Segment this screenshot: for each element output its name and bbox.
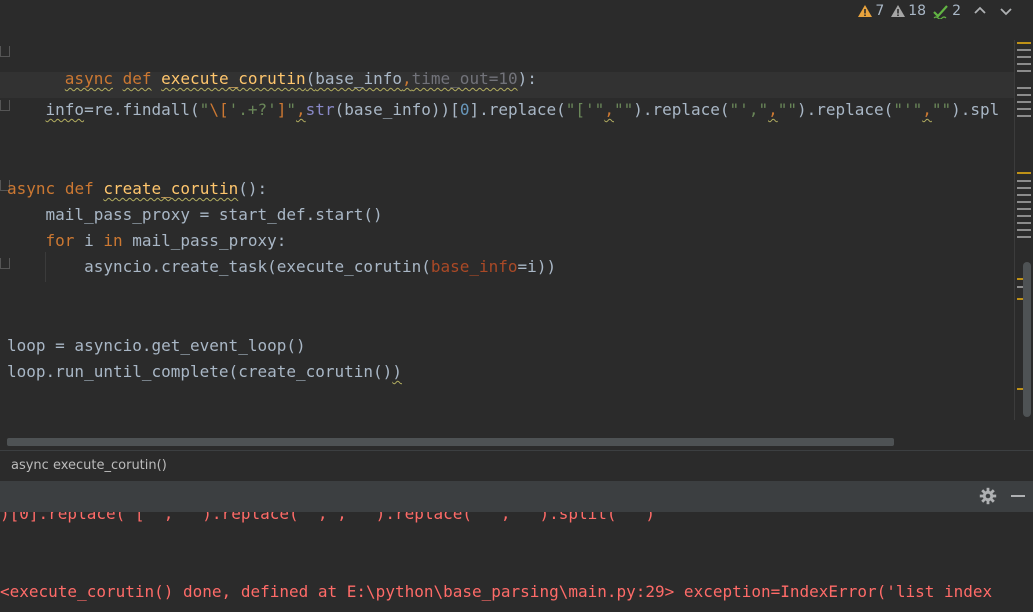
chevron-up-icon[interactable] [973,4,987,18]
weak-warning-mark[interactable] [1017,229,1031,231]
weak-warning-mark[interactable] [1017,208,1031,210]
weak-warning-mark[interactable] [1017,87,1031,89]
weak-warning-mark[interactable] [1017,56,1031,58]
weak-warning-mark[interactable] [1017,49,1031,51]
console-line: )[0].replace('['', '').replace('',', '')… [0,512,656,523]
code-content[interactable]: async def execute_corutin(base_info,time… [7,0,999,381]
weak-warning-mark[interactable] [1017,236,1031,238]
weak-warning-mark[interactable] [1017,222,1031,224]
console-line: <execute_corutin() done, defined at E:\p… [0,582,993,601]
vertical-scrollbar-thumb[interactable] [1023,262,1031,417]
inspection-widget[interactable]: 7 18 2 [857,0,1013,22]
code-line-8: for i in mail_pass_proxy: [45,231,287,250]
horizontal-scrollbar-thumb[interactable] [7,438,894,446]
weak-warning-triangle-icon [891,5,906,17]
code-line-9: asyncio.create_task(execute_corutin(base… [7,257,557,276]
weak-warning-mark[interactable] [1017,63,1031,65]
weak-warning-mark[interactable] [1017,194,1031,196]
breadcrumb[interactable]: async execute_corutin() [0,450,1033,481]
weak-warning-mark[interactable] [1017,180,1031,182]
weak-warning-mark[interactable] [1017,101,1031,103]
warning-mark[interactable] [1017,42,1031,44]
weak-warning-mark[interactable] [1017,187,1031,189]
weak-warnings-indicator[interactable]: 18 [890,3,926,19]
weak-warning-mark[interactable] [1017,115,1031,117]
warnings-count: 7 [875,3,885,19]
code-line-3: info=re.findall("\['.+?']",str(base_info… [45,100,1000,119]
weak-warning-mark[interactable] [1017,215,1031,217]
code-line-6: async def create_corutin(): [7,179,268,198]
code-line-7: mail_pass_proxy = start_def.start() [7,205,383,224]
gear-icon[interactable] [979,487,997,505]
typos-indicator[interactable]: 2 [932,3,961,19]
run-console-output[interactable]: )[0].replace('['', '').replace('',', '')… [0,512,1033,612]
typos-count: 2 [952,3,961,19]
weak-warning-mark[interactable] [1017,70,1031,72]
warning-mark[interactable] [1017,172,1031,174]
warnings-indicator[interactable]: 7 [857,3,884,19]
code-editor[interactable]: 7 18 2 async def execute_corutin(base_in… [0,0,1033,450]
warning-triangle-icon [858,5,873,17]
code-line-12: loop = asyncio.get_event_loop() [7,336,306,355]
code-line-1: async def execute_corutin(base_info,time… [64,69,537,88]
weak-warning-mark[interactable] [1017,201,1031,203]
weak-warnings-count: 18 [908,3,927,19]
typo-check-icon [933,5,948,19]
code-line-13: loop.run_until_complete(create_corutin()… [7,362,402,381]
run-tool-window-header [0,481,1033,512]
weak-warning-mark[interactable] [1017,108,1031,110]
weak-warning-mark[interactable] [1017,94,1031,96]
minimize-icon[interactable] [1011,495,1025,497]
breadcrumb-item[interactable]: async execute_corutin() [11,458,167,473]
chevron-down-icon[interactable] [999,4,1013,18]
